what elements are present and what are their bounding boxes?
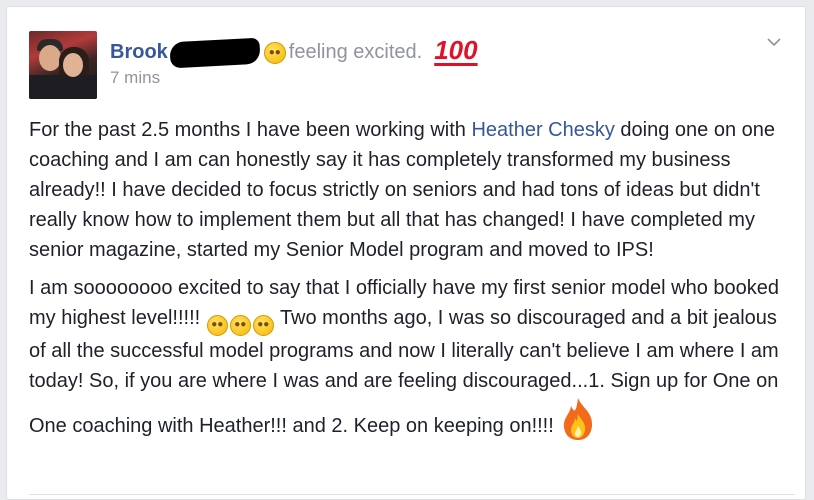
mention-link[interactable]: Heather Chesky [471, 119, 614, 141]
post-divider [29, 494, 795, 495]
fire-icon [563, 397, 592, 440]
post-paragraph-2: I am soooooooo excited to say that I off… [29, 273, 797, 442]
post-timestamp-link[interactable]: 7 mins [110, 68, 160, 88]
avatar-face-2 [63, 53, 83, 77]
grinning-face-icon: ●● [206, 314, 228, 336]
grinning-face-icon: ●● [263, 41, 286, 64]
grinning-face-icon: ●● [252, 314, 274, 336]
author-name-link[interactable]: Brook [110, 41, 168, 64]
chevron-down-icon[interactable] [765, 33, 783, 51]
avatar-shirt-shape [29, 75, 97, 99]
post-card: Brook ●● feeling excited. 100 7 mins For… [6, 6, 806, 500]
author-avatar[interactable] [29, 31, 97, 99]
redacted-name-mark [169, 37, 261, 68]
post-header: Brook ●● feeling excited. 100 [110, 35, 478, 68]
post-body: For the past 2.5 months I have been work… [29, 115, 797, 450]
avatar-face-1 [39, 45, 61, 71]
paragraph-1-text-before: For the past 2.5 months I have been work… [29, 119, 472, 141]
grinning-face-icon: ●● [229, 314, 251, 336]
post-paragraph-1: For the past 2.5 months I have been work… [29, 115, 797, 265]
hundred-points-icon: 100 [434, 35, 478, 65]
activity-text: feeling excited. [288, 41, 423, 63]
